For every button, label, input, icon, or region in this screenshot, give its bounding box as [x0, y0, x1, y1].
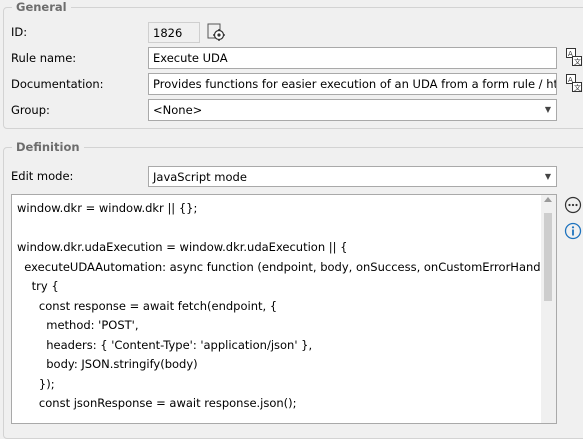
code-line: try { [17, 279, 59, 293]
chevron-down-icon: ▼ [544, 105, 552, 114]
svg-text:文: 文 [574, 57, 581, 66]
translate-icon[interactable]: A 文 [564, 47, 583, 67]
rule-name-value: Execute UDA [153, 51, 228, 65]
svg-text:文: 文 [574, 83, 581, 92]
documentation-input[interactable]: Provides functions for easier execution … [148, 73, 557, 95]
code-line: headers: { 'Content-Type': 'application/… [17, 337, 313, 352]
code-editor[interactable]: window.dkr = window.dkr || {}; window.dk… [11, 194, 557, 424]
edit-mode-label: Edit mode: [11, 169, 74, 183]
general-group-title: General [12, 0, 71, 15]
translate-icon[interactable]: A 文 [564, 73, 583, 93]
settings-gear-icon[interactable] [206, 22, 226, 42]
code-line: window.dkr = window.dkr || {}; [17, 201, 198, 215]
scroll-up-arrow-icon[interactable] [544, 197, 552, 202]
code-line: method: 'POST', [17, 318, 139, 332]
more-options-icon[interactable] [563, 195, 583, 215]
edit-mode-select[interactable]: JavaScript mode ▼ [148, 166, 557, 187]
scrollbar-thumb[interactable] [544, 213, 552, 301]
code-line: const response = await fetch(endpoint, { [17, 298, 278, 313]
rule-name-input[interactable]: Execute UDA [148, 47, 557, 69]
vertical-scrollbar[interactable] [541, 195, 556, 423]
chevron-down-icon: ▼ [544, 171, 552, 181]
id-value: 1826 [153, 26, 183, 40]
definition-group-title: Definition [12, 139, 84, 155]
code-lines: window.dkr = window.dkr || {}; window.dk… [17, 199, 557, 414]
documentation-value: Provides functions for easier execution … [153, 77, 557, 91]
group-select[interactable]: <None> ▼ [148, 99, 557, 121]
code-line: body: JSON.stringify(body) [17, 357, 198, 371]
code-line: const jsonResponse = await response.json… [17, 396, 297, 410]
group-value: <None> [153, 103, 203, 117]
id-label: ID: [11, 25, 28, 39]
documentation-label: Documentation: [11, 77, 104, 91]
group-label: Group: [11, 103, 50, 117]
code-line: window.dkr.udaExecution = window.dkr.uda… [17, 240, 348, 254]
id-field: 1826 [148, 22, 200, 43]
code-line: }); [17, 376, 55, 391]
edit-mode-value: JavaScript mode [153, 170, 247, 184]
rule-name-label: Rule name: [11, 51, 77, 65]
code-line: executeUDAAutomation: async function (en… [17, 259, 557, 274]
info-icon[interactable] [563, 221, 583, 241]
